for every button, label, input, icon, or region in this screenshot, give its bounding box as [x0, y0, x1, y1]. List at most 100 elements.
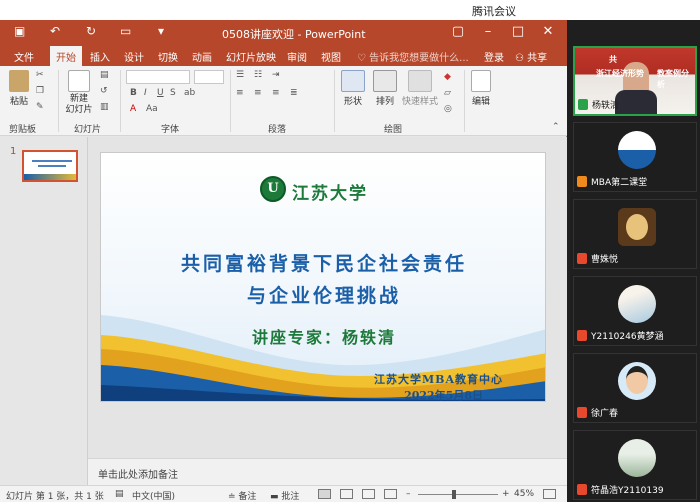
- participant-tile-video[interactable]: 共 浙江经济形势 教案例分析 杨轶清: [573, 46, 697, 116]
- tell-me-input[interactable]: ♡ 告诉我您想要做什么...: [357, 49, 469, 64]
- participant-avatar: [618, 208, 656, 246]
- shape-button[interactable]: 形状: [338, 70, 368, 107]
- sorter-view-icon[interactable]: [340, 489, 353, 499]
- participant-tile[interactable]: 徐广春: [573, 353, 697, 423]
- tab-slideshow[interactable]: 幻灯片放映: [226, 49, 276, 64]
- undo-icon[interactable]: ↶: [50, 24, 60, 38]
- font-size-select[interactable]: [194, 70, 224, 84]
- comments-toggle[interactable]: ▬ 批注: [270, 489, 299, 502]
- tab-animations[interactable]: 动画: [192, 49, 212, 64]
- zoom-level[interactable]: 45%: [514, 489, 534, 499]
- participant-tile[interactable]: Y2110246黄梦涵: [573, 276, 697, 346]
- zoom-slider[interactable]: [418, 494, 498, 495]
- mic-active-icon: [578, 99, 588, 110]
- reset-icon[interactable]: ↺: [100, 86, 108, 96]
- new-slide-label: 新建 幻灯片: [65, 94, 93, 115]
- bold-icon[interactable]: B: [130, 88, 137, 98]
- paste-button[interactable]: 粘贴: [6, 70, 32, 107]
- italic-icon[interactable]: I: [144, 88, 147, 98]
- document-title: 0508讲座欢迎 - PowerPoint: [222, 28, 366, 41]
- quick-style-button[interactable]: 快速样式: [400, 70, 440, 107]
- participant-tile[interactable]: 符晶浩Y2110139: [573, 430, 697, 500]
- slide[interactable]: U 江苏大学 共同富裕背景下民企社会责任 与企业伦理挑战 讲座专家：杨轶清 江苏…: [100, 152, 546, 402]
- shape-fill-icon[interactable]: ◆: [444, 72, 451, 82]
- justify-icon[interactable]: ≣: [290, 88, 298, 98]
- indent-icon[interactable]: ⇥: [272, 70, 280, 80]
- arrange-label: 排列: [375, 97, 394, 107]
- ribbon-tabs: 文件 开始 插入 设计 切换 动画 幻灯片放映 审阅 视图 ♡ 告诉我您想要做什…: [0, 46, 567, 66]
- tab-insert[interactable]: 插入: [90, 49, 110, 64]
- fit-slide-icon[interactable]: [543, 489, 556, 499]
- participant-avatar: [618, 131, 656, 169]
- bullets-icon[interactable]: ☰: [236, 70, 244, 80]
- save-icon[interactable]: ▣: [14, 24, 25, 38]
- zoom-slider-handle[interactable]: [452, 490, 456, 499]
- group-font: 字体: [161, 125, 180, 135]
- participant-avatar: [618, 285, 656, 323]
- participant-name: 徐广春: [591, 409, 619, 419]
- shadow-icon[interactable]: S: [170, 88, 176, 98]
- arrange-button[interactable]: 排列: [370, 70, 400, 107]
- comments-toggle-label: 批注: [281, 492, 300, 502]
- new-slide-button[interactable]: 新建 幻灯片: [62, 70, 96, 116]
- font-name-select[interactable]: [126, 70, 190, 84]
- underline-icon[interactable]: U: [157, 88, 164, 98]
- ribbon-home: 粘贴 ✂ ❐ ✎ 剪贴板 新建 幻灯片 ▤ ↺ ▥ 幻灯片 B I U S ab…: [0, 66, 567, 136]
- edit-label: 编辑: [471, 97, 490, 107]
- tab-home[interactable]: 开始: [50, 46, 82, 66]
- video-overlay-text: 浙江经济形势: [596, 69, 644, 78]
- numbering-icon[interactable]: ☷: [254, 70, 262, 80]
- tab-view[interactable]: 视图: [321, 49, 341, 64]
- status-bar: 幻灯片 第 1 张，共 1 张 ▤ 中文(中国) ≐ 备注 ▬ 批注 – + 4…: [0, 485, 567, 502]
- font-color-icon[interactable]: A: [130, 104, 136, 114]
- customize-icon[interactable]: ▾: [158, 24, 164, 38]
- zoom-in-icon[interactable]: +: [502, 489, 510, 499]
- section-icon[interactable]: ▥: [100, 102, 109, 112]
- shape-effects-icon[interactable]: ◎: [444, 104, 452, 114]
- share-button[interactable]: ⚇ 共享: [515, 49, 547, 64]
- participant-tile[interactable]: 曹姝悦: [573, 199, 697, 269]
- slide-lecturer: 讲座专家：杨轶清: [251, 328, 396, 347]
- strikethrough-icon[interactable]: ab: [184, 88, 195, 98]
- notes-pane[interactable]: 单击此处添加备注: [88, 458, 567, 485]
- cut-icon[interactable]: ✂: [36, 70, 44, 80]
- edit-button[interactable]: 编辑: [468, 70, 494, 107]
- tab-review[interactable]: 审阅: [287, 49, 307, 64]
- group-paragraph: 段落: [268, 125, 287, 135]
- participant-name: 符晶浩Y2110139: [591, 486, 664, 496]
- maximize-button[interactable]: □: [508, 24, 528, 39]
- slide-info: 幻灯片 第 1 张，共 1 张: [6, 492, 104, 502]
- notes-toggle[interactable]: ≐ 备注: [228, 489, 256, 502]
- login-button[interactable]: 登录: [484, 49, 504, 64]
- collapse-ribbon-icon[interactable]: ⌃: [552, 122, 560, 132]
- mic-muted-icon: [577, 253, 587, 264]
- user-icon: [577, 176, 587, 187]
- minimize-button[interactable]: –: [478, 24, 498, 39]
- normal-view-icon[interactable]: [318, 489, 331, 499]
- slideshow-view-icon[interactable]: [384, 489, 397, 499]
- video-overlay-text: 共: [609, 55, 617, 64]
- slide-thumbnail[interactable]: [22, 150, 78, 182]
- close-button[interactable]: ✕: [538, 24, 558, 39]
- tab-transitions[interactable]: 切换: [158, 49, 178, 64]
- slide-organization: 江苏大学MBA教育中心: [373, 373, 503, 386]
- slideshow-icon[interactable]: ▭: [120, 24, 131, 38]
- align-center-icon[interactable]: ≡: [254, 88, 262, 98]
- ribbon-options-icon[interactable]: ▢: [448, 24, 468, 39]
- spelling-icon[interactable]: ▤: [115, 489, 124, 499]
- format-painter-icon[interactable]: ✎: [36, 102, 44, 112]
- change-case-icon[interactable]: Aa: [146, 104, 158, 114]
- shape-outline-icon[interactable]: ▱: [444, 88, 451, 98]
- reading-view-icon[interactable]: [362, 489, 375, 499]
- align-right-icon[interactable]: ≡: [272, 88, 280, 98]
- participant-name: 曹姝悦: [591, 255, 619, 265]
- tab-file[interactable]: 文件: [14, 49, 34, 64]
- layout-icon[interactable]: ▤: [100, 70, 109, 80]
- zoom-out-icon[interactable]: –: [406, 489, 411, 499]
- tab-design[interactable]: 设计: [124, 49, 144, 64]
- participant-tile[interactable]: MBA第二课堂: [573, 122, 697, 192]
- align-left-icon[interactable]: ≡: [236, 88, 244, 98]
- copy-icon[interactable]: ❐: [36, 86, 44, 96]
- redo-icon[interactable]: ↻: [86, 24, 96, 38]
- language-indicator[interactable]: 中文(中国): [132, 489, 175, 502]
